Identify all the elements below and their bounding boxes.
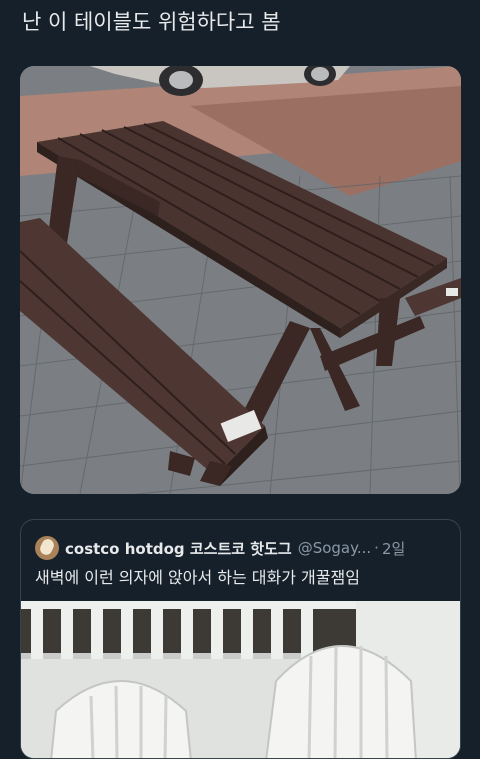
plastic-chairs-photo: [21, 601, 460, 758]
quote-handle[interactable]: @Sogay...: [298, 539, 371, 557]
quote-text: 새벽에 이런 의자에 앉아서 하는 대화가 개꿀잼임: [35, 568, 360, 587]
quoted-tweet[interactable]: costco hotdog 코스트코 핫도그 @Sogay... · 2일 새벽…: [20, 519, 461, 759]
avatar[interactable]: [35, 536, 59, 560]
quote-display-name[interactable]: costco hotdog 코스트코 핫도그: [65, 538, 292, 559]
quote-header: costco hotdog 코스트코 핫도그 @Sogay... · 2일: [35, 536, 452, 560]
separator-dot: ·: [374, 539, 379, 557]
post-image[interactable]: [20, 66, 461, 494]
quote-timestamp[interactable]: 2일: [382, 538, 405, 559]
picnic-table-photo: [20, 66, 461, 494]
post-text: 난 이 테이블도 위험하다고 봄: [22, 10, 281, 34]
quote-image[interactable]: [21, 601, 460, 758]
